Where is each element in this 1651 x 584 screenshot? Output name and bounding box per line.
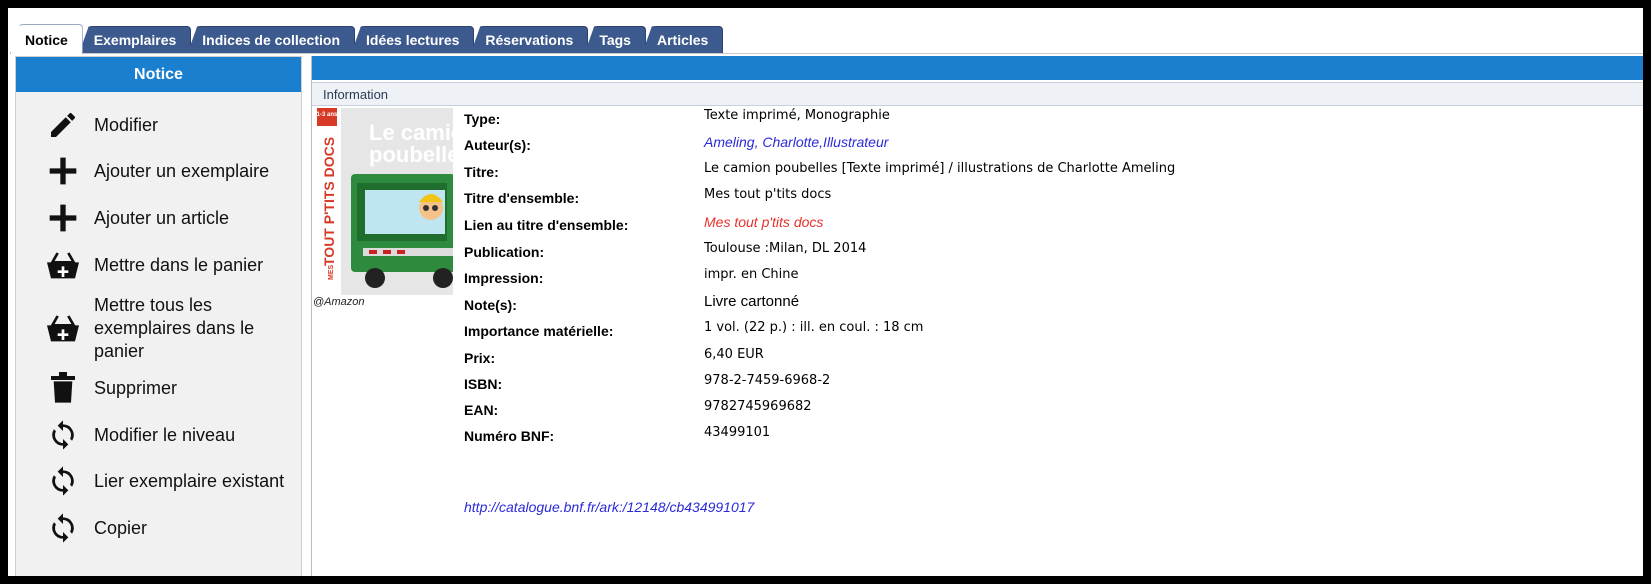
cover-credit: @Amazon: [313, 296, 365, 308]
sidebar-item-label: Modifier: [94, 114, 159, 135]
field-value: 9782745969682: [704, 399, 812, 414]
sidebar-item-ajouter-article[interactable]: Ajouter un article: [16, 200, 301, 236]
basket-add-icon: [45, 247, 81, 283]
tab-notice[interactable]: Notice: [10, 24, 83, 54]
basket-add-icon: [45, 310, 81, 346]
book-cover-image[interactable]: 1-3 ans MES TOUT P'TITS DOCS Le camio po…: [313, 108, 453, 295]
plus-icon: [45, 153, 81, 189]
field-label: Note(s):: [464, 297, 517, 313]
series-link[interactable]: Mes tout p'tits docs: [704, 214, 823, 230]
field-label: Type:: [464, 111, 501, 127]
sidebar-item-label: Supprimer: [94, 377, 178, 398]
sidebar-item-mettre-dans-panier[interactable]: Mettre dans le panier: [16, 247, 301, 283]
application-window: Notice Exemplaires Indices de collection…: [0, 0, 1651, 584]
sidebar-item-modifier-niveau[interactable]: Modifier le niveau: [16, 417, 301, 453]
field-label: Titre:: [464, 164, 499, 180]
sidebar-item-modifier[interactable]: Modifier: [16, 107, 301, 143]
tab-indices-de-collection[interactable]: Indices de collection: [187, 26, 355, 54]
field-value: 6,40 EUR: [704, 347, 764, 362]
trash-icon: [45, 370, 81, 406]
field-value: Livre cartonné: [704, 293, 800, 310]
tab-exemplaires[interactable]: Exemplaires: [78, 26, 192, 54]
field-value: 43499101: [704, 425, 771, 440]
field-value: Le camion poubelles [Texte imprimé] / il…: [704, 161, 1176, 176]
sidebar-item-supprimer[interactable]: Supprimer: [16, 370, 301, 406]
information-title: Information: [323, 86, 389, 102]
sidebar: Notice Modifier Ajouter un exemplaire Aj…: [15, 56, 302, 576]
main-panel: Information 1-3 ans MES TOUT P'TITS DOCS…: [311, 56, 1643, 576]
field-label: Auteur(s):: [464, 137, 531, 153]
sidebar-item-label: Modifier le niveau: [94, 424, 236, 445]
refresh-icon: [45, 417, 81, 453]
tab-bar: Notice Exemplaires Indices de collection…: [10, 16, 1643, 54]
sidebar-item-label: Mettre tous les exemplaires dans le pani…: [94, 294, 255, 361]
cover-series-title: TOUT P'TITS DOCS: [321, 137, 337, 266]
author-link[interactable]: Ameling, Charlotte,Illustrateur: [704, 134, 888, 150]
field-value: Toulouse :Milan, DL 2014: [704, 241, 867, 256]
sidebar-title: Notice: [16, 57, 301, 92]
field-label: Lien au titre d'ensemble:: [464, 217, 629, 233]
field-label: EAN:: [464, 402, 499, 418]
bnf-catalogue-link[interactable]: http://catalogue.bnf.fr/ark:/12148/cb434…: [464, 499, 754, 515]
pencil-icon: [45, 107, 81, 143]
tab-reservations[interactable]: Réservations: [470, 26, 589, 54]
sidebar-item-label: Ajouter un article: [94, 207, 230, 228]
field-label: Publication:: [464, 244, 545, 260]
field-label: ISBN:: [464, 376, 503, 392]
field-label: Numéro BNF:: [464, 428, 555, 444]
sidebar-item-lier-exemplaire[interactable]: Lier exemplaire existant: [16, 463, 301, 499]
field-value: Mes tout p'tits docs: [704, 187, 832, 202]
sidebar-item-ajouter-exemplaire[interactable]: Ajouter un exemplaire: [16, 153, 301, 189]
tab-articles[interactable]: Articles: [641, 26, 724, 54]
field-value: Texte imprimé, Monographie: [704, 108, 890, 123]
sidebar-item-copier[interactable]: Copier: [16, 510, 301, 546]
field-value: 1 vol. (22 p.) : ill. en coul. : 18 cm: [704, 320, 924, 335]
field-value: 978-2-7459-6968-2: [704, 373, 831, 388]
field-label: Importance matérielle:: [464, 323, 614, 339]
plus-icon: [45, 200, 81, 236]
field-label: Titre d'ensemble:: [464, 190, 580, 206]
tab-idees-lectures[interactable]: Idées lectures: [351, 26, 475, 54]
sidebar-item-label: Copier: [94, 517, 148, 538]
main-header-bar: [312, 56, 1643, 80]
information-section-header[interactable]: Information: [312, 82, 1643, 106]
tab-divider: [10, 53, 1643, 54]
field-label: Impression:: [464, 270, 544, 286]
sidebar-item-label: Mettre dans le panier: [94, 254, 264, 275]
refresh-icon: [45, 510, 81, 546]
cover-title-line-2: poubelle: [369, 142, 453, 167]
field-label: Prix:: [464, 350, 496, 366]
tab-tags[interactable]: Tags: [584, 26, 646, 54]
sidebar-item-label: Ajouter un exemplaire: [94, 160, 270, 181]
refresh-icon: [45, 463, 81, 499]
sidebar-item-mettre-tous-exemplaires-panier[interactable]: Mettre tous les exemplaires dans le pani…: [16, 293, 301, 363]
field-value: impr. en Chine: [704, 267, 799, 282]
tab-strip: Notice Exemplaires Indices de collection…: [10, 16, 724, 54]
cover-age-label: 1-3 ans: [317, 112, 338, 118]
sidebar-item-label: Lier exemplaire existant: [94, 470, 285, 491]
